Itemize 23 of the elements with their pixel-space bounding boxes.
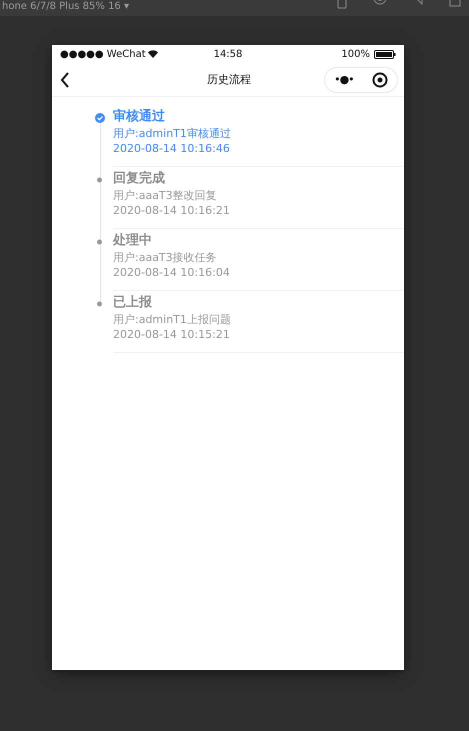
step-time: 2020-08-14 10:16:46	[113, 141, 231, 156]
phone-icon[interactable]	[337, 0, 347, 10]
back-icon[interactable]	[60, 72, 70, 88]
status-time: 14:58	[214, 48, 242, 60]
step-title: 审核通过	[113, 108, 166, 126]
step-time: 2020-08-14 10:16:04	[113, 265, 231, 280]
page-title: 历史流程	[207, 72, 251, 87]
battery-icon	[374, 50, 396, 58]
step-title: 回复完成	[113, 170, 166, 188]
step-detail: 用户:adminT1上报问题	[113, 312, 232, 327]
battery-percent: 100%	[341, 48, 370, 60]
step-title: 已上报	[113, 294, 153, 312]
wifi-icon	[148, 50, 158, 58]
close-icon[interactable]	[372, 72, 388, 88]
carrier-label: ●●●●● WeChat	[60, 48, 146, 60]
capsule-menu[interactable]: •●•	[324, 66, 398, 92]
step-time: 2020-08-14 10:16:21	[113, 203, 231, 218]
more-button[interactable]: •●•	[334, 73, 354, 86]
step-title: 处理中	[113, 232, 153, 250]
step-detail: 用户:aaaT3接收任务	[113, 250, 218, 265]
step-time: 2020-08-14 10:15:21	[113, 327, 231, 342]
step-detail: 用户:aaaT3整改回复	[113, 188, 218, 203]
step-detail: 用户:adminT1审核通过	[113, 126, 232, 141]
